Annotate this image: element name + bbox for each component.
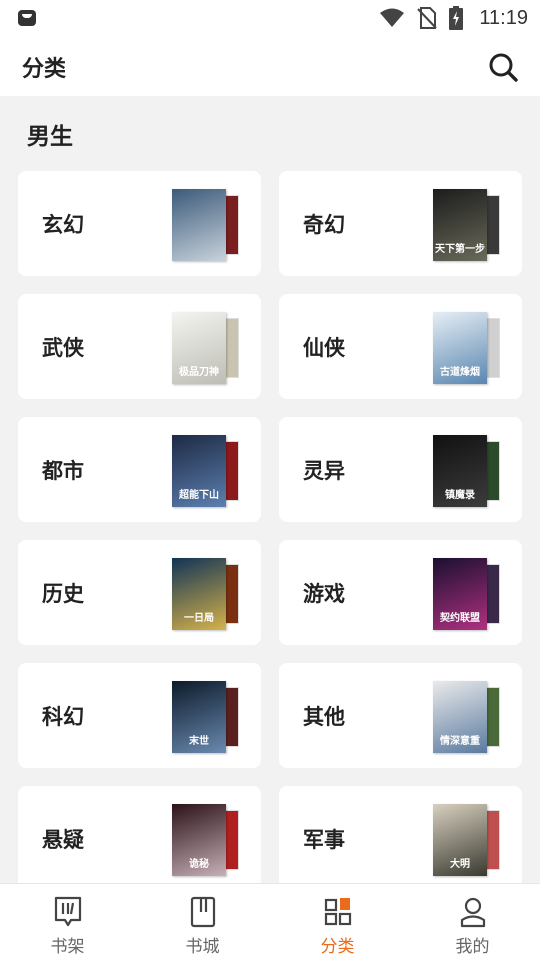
category-label: 其他 — [303, 705, 345, 729]
nav-item-profile[interactable]: 我的 — [405, 884, 540, 960]
category-card[interactable]: 武侠极品刀神 — [18, 294, 261, 399]
book-cover-image: 契约联盟 — [433, 558, 487, 630]
profile-icon — [460, 897, 486, 928]
book-cover-image: 诡秘 — [172, 804, 226, 876]
book-cover-back — [224, 564, 239, 624]
book-cover-title: 镇魔录 — [445, 490, 475, 501]
category-label: 玄幻 — [42, 213, 84, 237]
book-cover-title: 超能下山 — [179, 490, 219, 501]
category-card[interactable]: 都市超能下山 — [18, 417, 261, 522]
book-cover-image: 大明 — [433, 804, 487, 876]
book-cover-image: 天下第一步 — [433, 189, 487, 261]
book-cover-back — [224, 318, 239, 378]
book-cover-back — [485, 195, 500, 255]
category-label: 都市 — [42, 459, 84, 483]
category-label: 科幻 — [42, 705, 84, 729]
book-cover-title: 一日局 — [184, 613, 214, 624]
category-label: 仙侠 — [303, 336, 345, 360]
nav-item-category[interactable]: 分类 — [270, 884, 405, 960]
bookstore-icon — [190, 896, 216, 928]
book-cover-back — [485, 564, 500, 624]
category-label: 奇幻 — [303, 213, 345, 237]
book-cover-title: 古道烽烟 — [440, 367, 480, 378]
book-cover-image: 一日局 — [172, 558, 226, 630]
bottom-nav: 书架 书城 分类 我的 — [0, 883, 540, 960]
book-cover-back — [485, 687, 500, 747]
category-card[interactable]: 灵异镇魔录 — [279, 417, 522, 522]
book-cover-title: 契约联盟 — [440, 613, 480, 624]
category-label: 灵异 — [303, 459, 345, 483]
category-label: 游戏 — [303, 582, 345, 606]
book-cover-title: 情深意重 — [440, 736, 480, 747]
category-card[interactable]: 历史一日局 — [18, 540, 261, 645]
category-card[interactable]: 军事大明 — [279, 786, 522, 891]
nav-label-bookshelf: 书架 — [50, 937, 85, 957]
nav-label-bookstore: 书城 — [185, 937, 220, 957]
book-cover-back — [224, 441, 239, 501]
book-cover-title: 天下第一步 — [435, 244, 485, 255]
book-cover-back — [485, 810, 500, 870]
category-card[interactable]: 玄幻 — [18, 171, 261, 276]
book-cover-image: 超能下山 — [172, 435, 226, 507]
category-label: 历史 — [42, 582, 84, 606]
category-card[interactable]: 仙侠古道烽烟 — [279, 294, 522, 399]
category-label: 武侠 — [42, 336, 84, 360]
book-cover-image — [172, 189, 226, 261]
book-cover-image: 镇魔录 — [433, 435, 487, 507]
category-card[interactable]: 悬疑诡秘 — [18, 786, 261, 891]
category-icon — [324, 898, 352, 926]
nav-item-bookshelf[interactable]: 书架 — [0, 884, 135, 960]
book-cover-back — [224, 687, 239, 747]
category-card[interactable]: 其他情深意重 — [279, 663, 522, 768]
nav-label-profile: 我的 — [455, 937, 490, 957]
nav-item-bookstore[interactable]: 书城 — [135, 884, 270, 960]
category-card[interactable]: 游戏契约联盟 — [279, 540, 522, 645]
book-cover-title: 末世 — [189, 736, 209, 747]
book-cover-image: 末世 — [172, 681, 226, 753]
book-cover-back — [224, 195, 239, 255]
book-cover-title: 极品刀神 — [179, 367, 219, 378]
category-label: 军事 — [303, 828, 345, 852]
category-card[interactable]: 奇幻天下第一步 — [279, 171, 522, 276]
nav-label-category: 分类 — [320, 937, 355, 957]
category-card[interactable]: 科幻末世 — [18, 663, 261, 768]
book-cover-image: 极品刀神 — [172, 312, 226, 384]
book-cover-back — [485, 441, 500, 501]
book-cover-image: 古道烽烟 — [433, 312, 487, 384]
book-cover-image: 情深意重 — [433, 681, 487, 753]
book-cover-back — [224, 810, 239, 870]
category-grid: 玄幻 奇幻 天下第一步 武侠 极品刀神 仙侠 古道烽烟 都市 超能下山 灵异 镇魔录 历史 一日局 游戏契… — [0, 0, 540, 960]
category-label: 悬疑 — [42, 828, 84, 852]
book-cover-back — [485, 318, 500, 378]
book-cover-title: 大明 — [450, 859, 470, 870]
book-cover-title: 诡秘 — [189, 859, 209, 870]
bookshelf-icon — [54, 896, 82, 927]
